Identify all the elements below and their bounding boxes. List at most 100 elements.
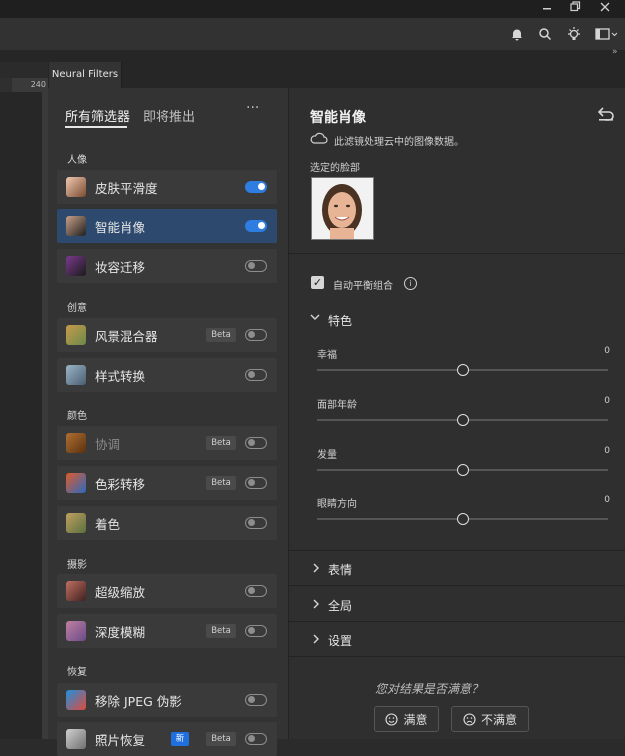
filter-thumbnail [66, 216, 86, 236]
filter-toggle[interactable] [245, 437, 267, 449]
section-color: 颜色 [67, 411, 87, 422]
section-header-global[interactable]: 全局 [328, 597, 352, 614]
search-icon [539, 28, 552, 41]
section-header-settings[interactable]: 设置 [328, 632, 352, 649]
filter-item-depth-blur[interactable]: 深度模糊 Beta [57, 614, 277, 648]
filter-item-landscape-mixer[interactable]: 风景混合器 Beta [57, 318, 277, 352]
more-options-button[interactable]: ··· [246, 100, 259, 116]
workspace-icon [595, 28, 617, 40]
auto-balance-checkbox[interactable]: ✓ [311, 276, 324, 289]
chevron-right-icon[interactable] [311, 634, 321, 647]
search-button[interactable] [533, 18, 557, 50]
cloud-icon [310, 132, 328, 144]
selected-face-label: 选定的脸部 [310, 163, 360, 174]
lightbulb-icon [568, 27, 580, 40]
close-icon [600, 2, 610, 12]
filter-toggle[interactable] [245, 625, 267, 637]
divider [289, 253, 625, 254]
notifications-button[interactable] [505, 18, 529, 50]
selected-face-thumbnail[interactable] [311, 177, 374, 240]
chevron-down-icon[interactable] [310, 312, 320, 325]
filter-item-makeup-transfer[interactable]: 妆容迁移 [57, 249, 277, 283]
section-header-expression[interactable]: 表情 [328, 561, 352, 578]
divider [289, 585, 625, 586]
section-creative: 创意 [67, 303, 87, 314]
filter-thumbnail [66, 433, 86, 453]
tab-neural-filters[interactable]: Neural Filters [49, 62, 122, 88]
minimize-icon [543, 8, 551, 10]
filter-toggle[interactable] [245, 260, 267, 272]
slider-value-happiness: 0 [604, 346, 610, 356]
filter-thumbnail [66, 690, 86, 710]
panel-dock-strip: » [0, 47, 625, 62]
slider-label-eye-direction: 眼睛方向 [317, 499, 357, 510]
slider-handle-eye-direction[interactable] [456, 513, 469, 525]
filter-toggle[interactable] [245, 585, 267, 597]
discover-button[interactable] [562, 18, 586, 50]
beta-badge: Beta [206, 436, 236, 450]
window-title-bar [0, 0, 625, 18]
satisfied-label: 满意 [403, 712, 428, 727]
face-portrait-image [312, 178, 373, 239]
ruler-value: 240 [12, 78, 48, 92]
slider-handle-facial-age[interactable] [456, 414, 469, 426]
filter-toggle[interactable] [245, 517, 267, 529]
minimize-button[interactable] [533, 0, 561, 18]
filter-item-harmonization[interactable]: 协调 Beta [57, 426, 277, 460]
tab-all-filters[interactable]: 所有筛选器 [65, 106, 130, 125]
document-canvas [0, 92, 42, 739]
filter-item-photo-restoration[interactable]: 照片恢复新 Beta [57, 722, 277, 756]
workspace-button[interactable] [590, 18, 622, 50]
filter-thumbnail [66, 256, 86, 276]
section-restoration: 恢复 [67, 667, 87, 678]
reset-icon [597, 107, 614, 121]
detail-title: 智能肖像 [310, 110, 366, 126]
filter-item-super-zoom[interactable]: 超级缩放 [57, 574, 277, 608]
panel-tab-bar [48, 62, 625, 88]
features-section-header[interactable]: 特色 [328, 312, 352, 329]
filter-toggle[interactable] [245, 477, 267, 489]
tab-coming-soon[interactable]: 即将推出 [143, 106, 195, 125]
auto-balance-label: 自动平衡组合 [333, 281, 393, 292]
filter-toggle[interactable] [245, 329, 267, 341]
satisfied-button[interactable]: 满意 [374, 706, 439, 732]
unsatisfied-button[interactable]: 不满意 [451, 706, 529, 732]
chevron-right-icon[interactable] [311, 563, 321, 576]
slider-value-eye-direction: 0 [604, 495, 610, 505]
filter-thumbnail [66, 365, 86, 385]
filter-thumbnail [66, 473, 86, 493]
chevron-right-icon[interactable] [311, 599, 321, 612]
filter-toggle[interactable] [245, 181, 267, 193]
slider-value-facial-age: 0 [604, 396, 610, 406]
divider [289, 621, 625, 622]
close-button[interactable] [591, 0, 619, 18]
new-badge: 新 [171, 732, 189, 746]
filter-item-colorize[interactable]: 着色 [57, 506, 277, 540]
active-tab-underline [65, 126, 127, 128]
feedback-question: 您对结果是否满意？ [375, 682, 484, 696]
filter-toggle[interactable] [245, 694, 267, 706]
slider-label-happiness: 幸福 [317, 350, 337, 361]
expand-panels-icon[interactable]: » [612, 47, 618, 57]
reset-button[interactable] [596, 105, 616, 123]
filter-item-style-transfer[interactable]: 样式转换 [57, 358, 277, 392]
filter-toggle[interactable] [245, 220, 267, 232]
filter-toggle[interactable] [245, 369, 267, 381]
slider-handle-happiness[interactable] [456, 364, 469, 376]
filter-toggle[interactable] [245, 733, 267, 745]
frown-icon [463, 712, 476, 726]
filter-item-color-transfer[interactable]: 色彩转移 Beta [57, 466, 277, 500]
filter-item-skin-smoothing[interactable]: 皮肤平滑度 [57, 170, 277, 204]
smile-icon [385, 712, 399, 726]
info-icon[interactable]: i [404, 277, 417, 290]
slider-label-facial-age: 面部年龄 [317, 400, 357, 411]
slider-handle-hair-thickness[interactable] [456, 464, 469, 476]
restore-icon [569, 1, 580, 12]
filter-item-smart-portrait[interactable]: 智能肖像 [57, 209, 277, 243]
bell-icon [512, 29, 522, 41]
filter-item-jpeg-artifacts-removal[interactable]: 移除 JPEG 伪影 [57, 683, 277, 717]
divider [289, 550, 625, 551]
restore-button[interactable] [561, 0, 589, 18]
beta-badge: Beta [206, 328, 236, 342]
section-photography: 摄影 [67, 560, 87, 571]
